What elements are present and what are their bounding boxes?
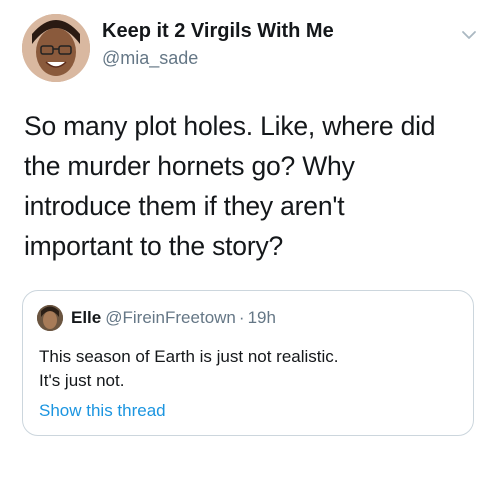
author-handle[interactable]: @mia_sade [102, 48, 198, 69]
chevron-down-icon [462, 31, 476, 39]
user-avatar-icon [37, 305, 63, 331]
quoted-tweet[interactable]: Elle @FireinFreetown · 19h This season of E… [22, 290, 474, 436]
quoted-tweet-header: Elle @FireinFreetown · 19h [71, 308, 276, 328]
quoted-tweet-text: This season of Earth is just not realist… [39, 347, 339, 390]
tweet-text: So many plot holes. Like, where did the … [24, 111, 436, 261]
quoted-author-display-name[interactable]: Elle [71, 308, 101, 327]
quoted-author-handle[interactable]: @FireinFreetown [105, 308, 236, 327]
tweet-card: Keep it 2 Virgils With Me @mia_sade So m… [0, 0, 500, 478]
tweet-menu-button[interactable] [460, 26, 478, 44]
author-display-name[interactable]: Keep it 2 Virgils With Me [102, 20, 334, 43]
quoted-author-avatar[interactable] [37, 305, 63, 331]
author-avatar[interactable] [22, 14, 90, 82]
quoted-tweet-timestamp[interactable]: 19h [248, 308, 276, 327]
show-thread-link[interactable]: Show this thread [39, 401, 166, 421]
separator-dot: · [238, 308, 245, 327]
user-avatar-icon [22, 14, 90, 82]
